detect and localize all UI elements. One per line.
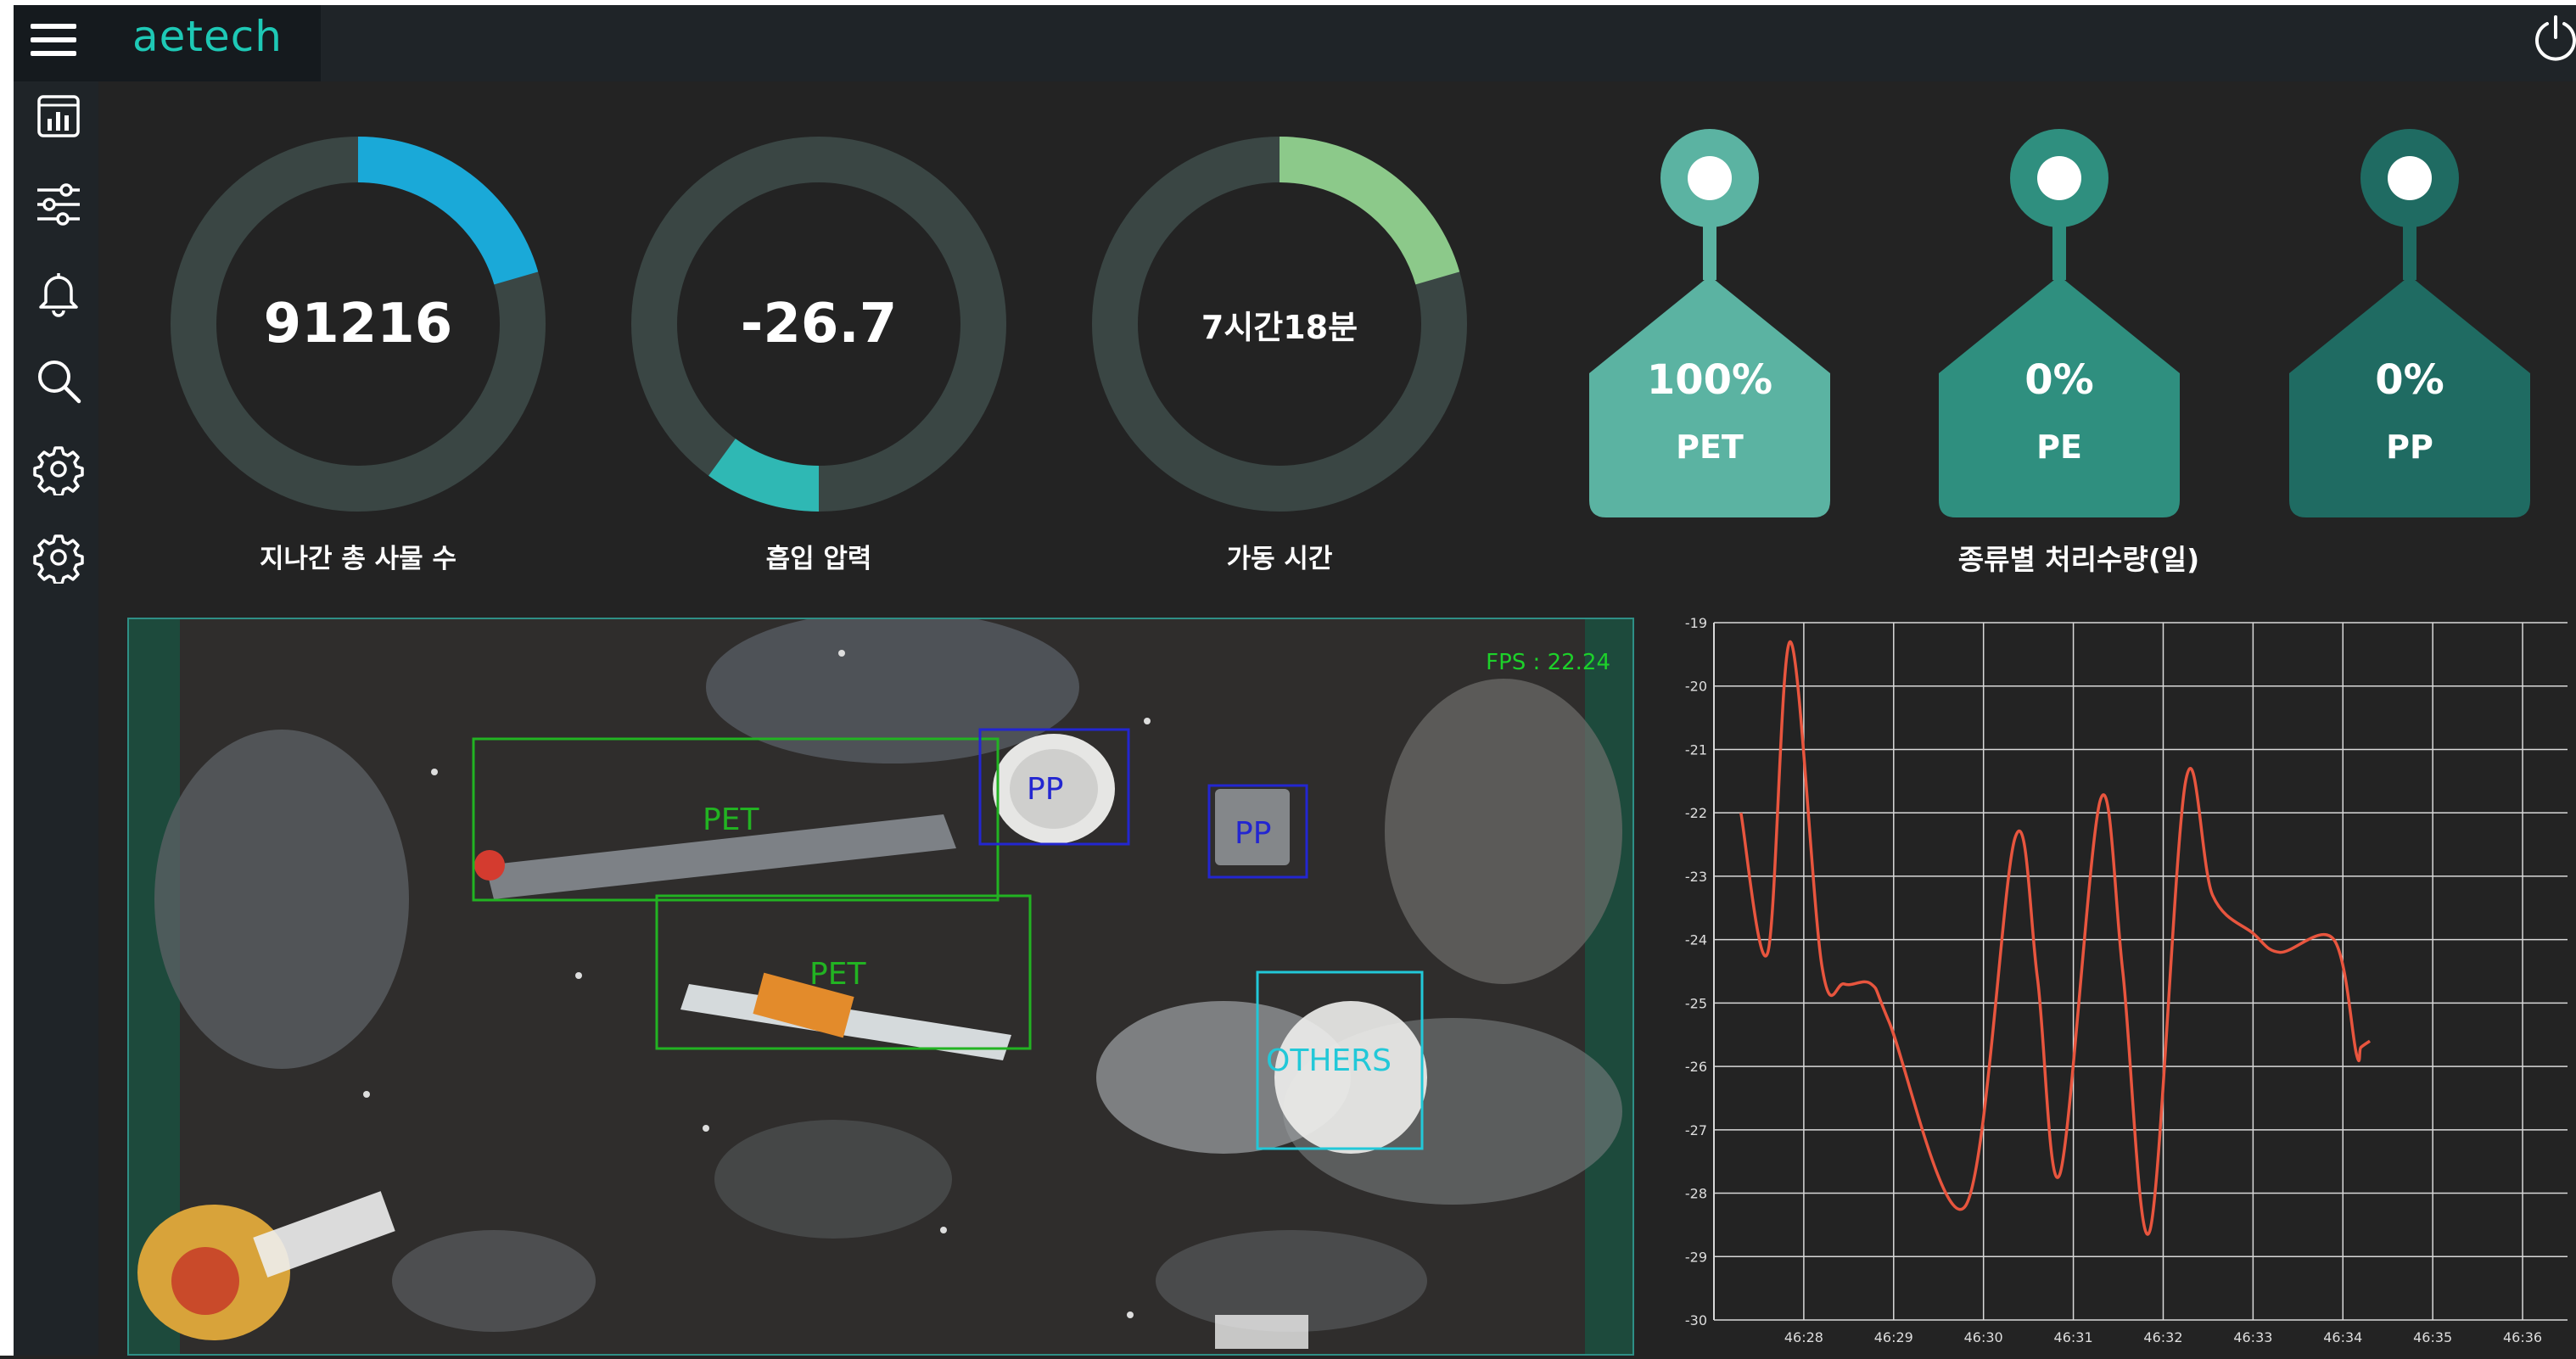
y-tick-label: -20: [1685, 679, 1707, 695]
detection-label: PET: [703, 803, 759, 837]
search-icon[interactable]: [32, 355, 85, 407]
top-bar: [14, 5, 2576, 81]
daily-processing-label: 종류별 처리수량(일): [1957, 543, 2200, 576]
x-tick-label: 46:32: [2143, 1329, 2182, 1345]
tag-name: PP: [2386, 428, 2433, 466]
x-tick-label: 46:36: [2503, 1329, 2542, 1345]
sliders-settings-icon[interactable]: [32, 178, 85, 231]
x-tick-label: 46:33: [2233, 1329, 2272, 1345]
sidebar: [14, 81, 98, 1356]
y-tick-label: -23: [1685, 869, 1707, 885]
gear-icon[interactable]: [32, 443, 85, 495]
tag-percent: 100%: [1646, 356, 1773, 404]
x-tick-label: 46:29: [1874, 1329, 1913, 1345]
y-tick-label: -22: [1685, 805, 1707, 821]
y-tick-label: -26: [1685, 1059, 1707, 1075]
gear-icon[interactable]: [32, 531, 85, 584]
detection-label: OTHERS: [1266, 1043, 1392, 1078]
chart-svg: -19 -20 -21 -22 -23 -24 -25 -26 -27 -28 -29 -30 46:2…: [1685, 615, 2568, 1345]
y-tick-label: -24: [1685, 932, 1707, 948]
x-tick-label: 46:35: [2413, 1329, 2452, 1345]
dashboard-chart-icon[interactable]: [32, 90, 85, 143]
pressure-line-chart: -19 -20 -21 -22 -23 -24 -25 -26 -27 -28 -29 -30 46:2…: [1655, 615, 2576, 1356]
tag-percent: 0%: [2375, 356, 2444, 404]
window-frame-left: [0, 0, 14, 1356]
plot-area: [1714, 623, 2568, 1320]
detection-label: PP: [1027, 772, 1064, 807]
power-icon[interactable]: [2530, 12, 2576, 63]
y-tick-label: -21: [1685, 741, 1707, 758]
gauge-label: 지나간 총 사물 수: [259, 544, 457, 574]
gauge-label: 가동 시간: [1226, 544, 1333, 574]
y-tick-label: -19: [1685, 618, 1707, 631]
gauge-value: 7시간18분: [1201, 308, 1358, 346]
fps-readout: FPS : 22.24: [1486, 650, 1610, 675]
tag-name: PE: [2036, 428, 2082, 466]
x-tick-label: 46:28: [1784, 1329, 1823, 1345]
y-tick-label: -28: [1685, 1186, 1707, 1202]
tag-name: PET: [1676, 428, 1744, 466]
tag-percent: 0%: [2024, 356, 2094, 404]
y-tick-label: -30: [1685, 1312, 1707, 1328]
x-tick-label: 46:31: [2054, 1329, 2093, 1345]
hamburger-menu-icon[interactable]: [31, 20, 78, 59]
pp-tag-icon: [2289, 129, 2530, 517]
y-tick-label: -29: [1685, 1249, 1707, 1265]
x-tick-label: 46:34: [2323, 1329, 2362, 1345]
gauge-label: 흡입 압력: [765, 544, 872, 574]
pe-tag-icon: [1939, 129, 2180, 517]
y-tick-label: -27: [1685, 1122, 1707, 1138]
y-tick-label: -25: [1685, 995, 1707, 1011]
x-tick-label: 46:30: [1964, 1329, 2003, 1345]
gauge-value: -26.7: [740, 293, 898, 355]
pet-tag-icon: [1589, 129, 1830, 517]
brand-logo: aetech: [132, 12, 283, 61]
detection-label: PET: [809, 957, 866, 992]
camera-feed: PET PP PP PET OTHERS FPS : 22.24: [127, 618, 1634, 1356]
bell-notification-icon[interactable]: [32, 266, 85, 319]
detection-overlay: [472, 728, 1424, 1150]
detection-label: PP: [1235, 816, 1272, 851]
gauge-value: 91216: [263, 293, 453, 355]
